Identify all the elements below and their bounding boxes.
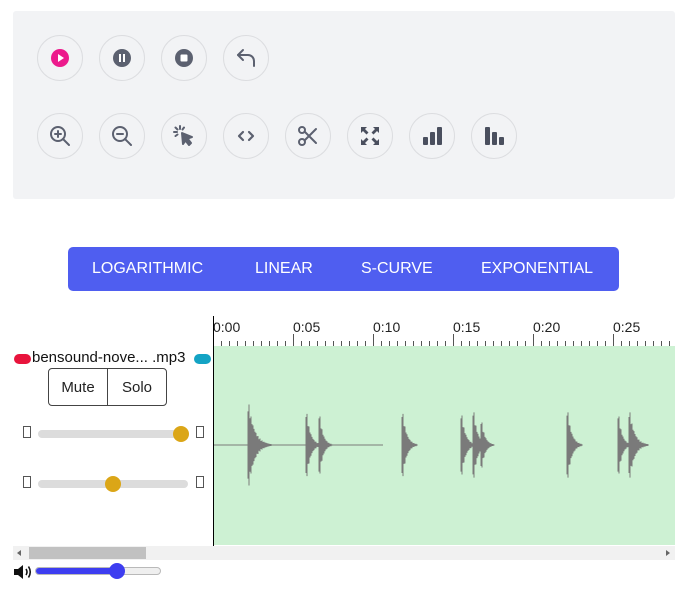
mute-solo-group: Mute Solo <box>48 368 167 406</box>
fade-logarithmic-button[interactable]: LOGARITHMIC <box>92 247 203 291</box>
shift-icon <box>234 124 258 148</box>
master-volume-fill <box>36 568 118 574</box>
stop-button[interactable] <box>161 35 207 81</box>
volume-up-icon <box>196 426 204 438</box>
track-controls: bensound-nove... .mp3 Mute Solo <box>13 346 213 546</box>
solo-button[interactable]: Solo <box>107 369 166 405</box>
ruler-tick <box>453 334 454 346</box>
waveform-transient <box>318 416 333 474</box>
waveform-transient <box>566 412 583 478</box>
pause-icon <box>112 48 132 68</box>
gain-slider-thumb[interactable] <box>172 426 189 442</box>
bars-reverse-icon <box>482 124 506 148</box>
time-label: 0:00 <box>213 319 241 335</box>
pause-button[interactable] <box>99 35 145 81</box>
zoom-in-button[interactable] <box>37 113 83 159</box>
master-volume-thumb[interactable] <box>108 563 125 579</box>
pan-right-icon <box>196 476 204 488</box>
waveform-transient <box>247 404 272 486</box>
gain-slider[interactable] <box>38 430 188 438</box>
horizontal-scrollbar[interactable] <box>13 546 675 560</box>
waveform-transient <box>480 422 495 468</box>
fit-button[interactable] <box>347 113 393 159</box>
fade-s-curve-button[interactable]: S-CURVE <box>361 247 433 291</box>
fade-type-group: LOGARITHMIC LINEAR S-CURVE EXPONENTIAL <box>68 247 619 291</box>
pan-slider-thumb[interactable] <box>105 476 121 492</box>
trim-scissors-icon <box>296 124 320 148</box>
waveform-area[interactable] <box>213 346 675 545</box>
shift-button[interactable] <box>223 113 269 159</box>
scroll-right-icon[interactable] <box>666 550 670 556</box>
track-color-left-indicator <box>14 354 31 364</box>
bars-icon <box>420 124 444 148</box>
waveform <box>213 404 649 486</box>
time-label: 0:15 <box>453 319 481 335</box>
ruler-tick <box>533 334 534 346</box>
ruler-tick <box>613 334 614 346</box>
play-icon <box>50 48 70 68</box>
zoom-in-icon <box>48 124 72 148</box>
master-volume <box>13 562 173 582</box>
ruler-tick <box>373 334 374 346</box>
scrollbar-thumb[interactable] <box>29 547 146 559</box>
bars-button[interactable] <box>409 113 455 159</box>
ruler-tick <box>293 334 294 346</box>
time-label: 0:25 <box>613 319 641 335</box>
mute-button[interactable]: Mute <box>49 369 107 405</box>
cursor-select-icon <box>171 123 197 149</box>
track-name: bensound-nove... .mp3 <box>32 349 186 366</box>
cursor-line <box>213 316 214 546</box>
trim-button[interactable] <box>285 113 331 159</box>
fit-icon <box>359 125 381 147</box>
zoom-out-icon <box>110 124 134 148</box>
fade-exponential-button[interactable]: EXPONENTIAL <box>481 247 593 291</box>
volume-down-icon <box>23 426 31 438</box>
track-color-right-indicator <box>194 354 211 364</box>
pan-left-icon <box>23 476 31 488</box>
speaker-icon <box>13 563 33 585</box>
master-volume-slider[interactable] <box>35 567 161 575</box>
zoom-out-button[interactable] <box>99 113 145 159</box>
undo-icon <box>234 46 258 70</box>
stop-icon <box>174 48 194 68</box>
fade-linear-button[interactable]: LINEAR <box>255 247 313 291</box>
play-button[interactable] <box>37 35 83 81</box>
time-label: 0:05 <box>293 319 321 335</box>
time-label: 0:10 <box>373 319 401 335</box>
undo-button[interactable] <box>223 35 269 81</box>
bars-reverse-button[interactable] <box>471 113 517 159</box>
toolbar <box>13 11 675 199</box>
scroll-left-icon[interactable] <box>17 550 21 556</box>
time-ruler[interactable]: 0:00 0:05 0:10 0:15 0:20 0:25 <box>213 316 675 346</box>
waveform-transient <box>401 413 418 477</box>
playlist: 0:00 0:05 0:10 0:15 0:20 0:25 bensound-n… <box>13 316 675 546</box>
cursor-select-button[interactable] <box>161 113 207 159</box>
waveform-transient <box>628 412 649 478</box>
time-label: 0:20 <box>533 319 561 335</box>
